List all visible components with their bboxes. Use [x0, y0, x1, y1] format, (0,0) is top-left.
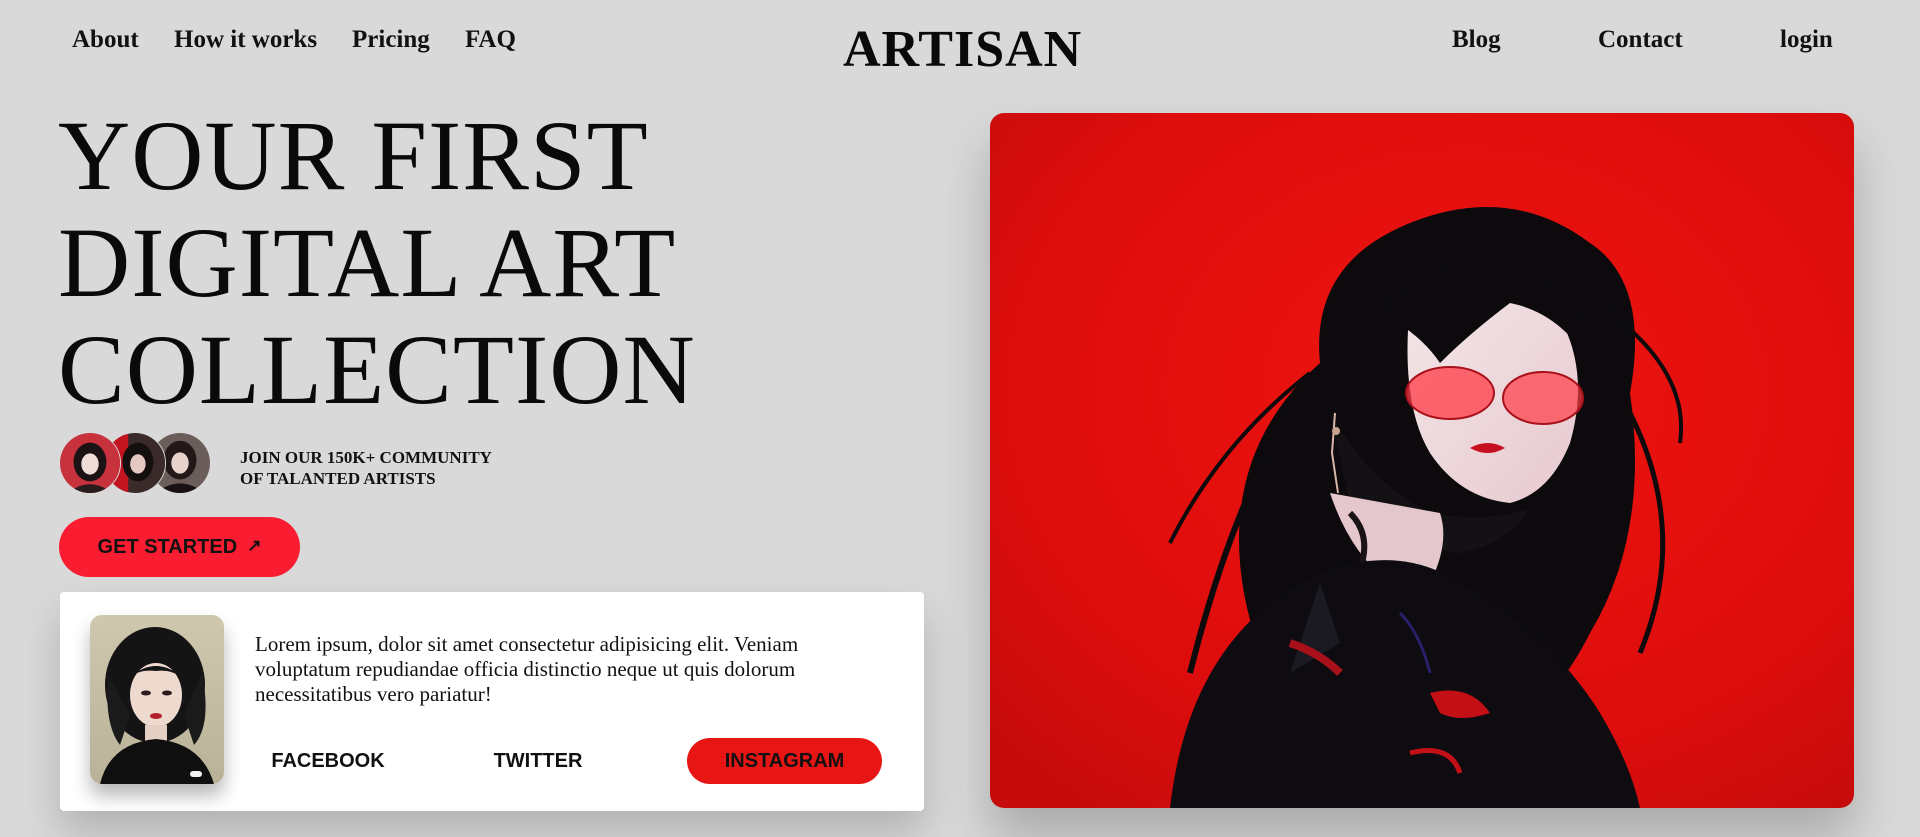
nav-link-how-it-works[interactable]: How it works — [174, 24, 317, 56]
nav-link-faq[interactable]: FAQ — [465, 24, 516, 56]
login-link[interactable]: login — [1780, 24, 1833, 56]
nav-link-about[interactable]: About — [72, 24, 139, 56]
facebook-link[interactable]: FACEBOOK — [228, 738, 428, 784]
twitter-link[interactable]: TWITTER — [438, 738, 638, 784]
get-started-label: GET STARTED — [97, 535, 238, 558]
hero-title: YOUR FIRST DIGITAL ART COLLECTION — [58, 102, 696, 423]
get-started-button[interactable]: GET STARTED ↗ — [59, 517, 300, 577]
hero-title-line: DIGITAL ART — [58, 207, 677, 318]
hero-artwork — [990, 113, 1854, 808]
instagram-button[interactable]: INSTAGRAM — [687, 738, 882, 784]
avatar — [59, 432, 121, 494]
brand-logo[interactable]: ARTISAN — [843, 20, 1082, 80]
community-line: JOIN OUR 150K+ COMMUNITY — [240, 448, 492, 467]
community-text: JOIN OUR 150K+ COMMUNITY OF TALANTED ART… — [240, 447, 492, 489]
arrow-up-right-icon: ↗ — [247, 536, 262, 555]
nav-link-pricing[interactable]: Pricing — [352, 24, 430, 56]
artist-card: Lorem ipsum, dolor sit amet consectetur … — [60, 592, 924, 811]
nav-link-blog[interactable]: Blog — [1452, 24, 1501, 56]
community-line: OF TALANTED ARTISTS — [240, 469, 436, 488]
community-avatars — [59, 432, 211, 494]
hero-title-line: YOUR FIRST — [58, 100, 649, 211]
nav-link-contact[interactable]: Contact — [1598, 24, 1683, 56]
card-description: Lorem ipsum, dolor sit amet consectetur … — [255, 632, 799, 706]
hero-title-line: COLLECTION — [58, 314, 696, 425]
artist-photo — [90, 615, 224, 784]
